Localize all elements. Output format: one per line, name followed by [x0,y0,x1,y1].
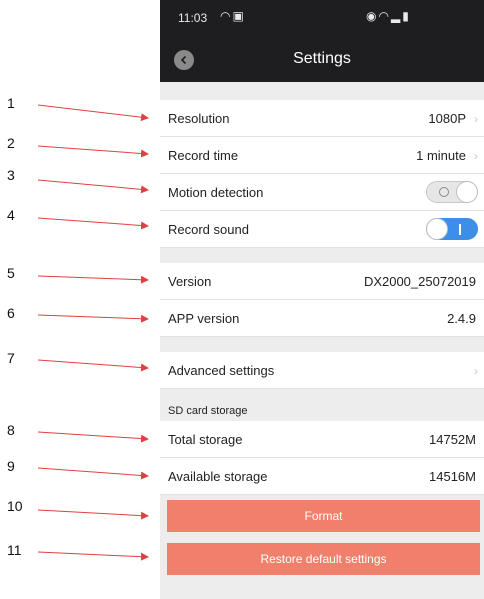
back-button[interactable] [174,50,194,70]
annotation-arrow [37,104,149,122]
annotation-arrow [37,179,149,194]
status-right-icons: ◉◠▂▮ [366,9,411,23]
row-label: Resolution [168,111,230,126]
header-bar: Settings [160,36,484,82]
row-label: Available storage [168,469,268,484]
phone-screen: 11:03 ◠▣ ◉◠▂▮ Settings Resolution 1080P … [160,0,484,599]
motion-detection-row: Motion detection [160,174,484,211]
battery-icon: ▮ [402,9,411,23]
annotation-arrow [37,467,149,480]
annotation-number: 4 [7,207,15,223]
row-value: 1 minute [416,148,466,163]
signal-icon: ▂ [390,9,403,23]
record-sound-toggle[interactable] [426,218,478,240]
annotation-arrow [37,145,149,158]
annotation-number: 9 [7,458,15,474]
row-value: 14752M [429,432,476,447]
notification-icon: ▣ [232,9,246,23]
row-label: Motion detection [168,185,264,200]
annotation-number: 2 [7,135,15,151]
row-label: Advanced settings [168,363,275,378]
annotation-number: 10 [7,498,23,514]
row-label: APP version [168,311,240,326]
version-row: Version DX2000_25072019 [160,263,484,300]
annotation-arrow [37,431,149,443]
annotation-number: 5 [7,265,15,281]
row-value: 2.4.9 [447,311,476,326]
record-sound-row: Record sound [160,211,484,248]
toggle-knob [456,181,478,203]
annotation-arrow [37,314,149,323]
annotation-number: 11 [7,542,22,558]
resolution-row[interactable]: Resolution 1080P › [160,100,484,137]
available-storage-row: Available storage 14516M [160,458,484,495]
row-label: Total storage [168,432,243,447]
app-version-row: APP version 2.4.9 [160,300,484,337]
annotation-arrow [37,509,149,520]
row-label: Record time [168,148,239,163]
sd-card-caption: SD card storage [168,405,248,417]
annotation-number: 1 [7,95,15,111]
annotation-number: 3 [7,167,15,183]
total-storage-row: Total storage 14752M [160,421,484,458]
motion-detection-toggle[interactable] [426,181,478,203]
wifi-icon: ◠ [378,9,391,23]
annotation-arrow [37,217,149,230]
back-arrow-icon [180,55,187,65]
toggle-off-mark [439,187,449,197]
annotation-arrow [37,359,149,372]
wifi-icon: ◠ [220,9,233,23]
annotation-number: 8 [7,422,15,438]
annotation-arrow [37,551,149,561]
toggle-knob [426,218,448,240]
chevron-right-icon: › [474,149,478,163]
row-value: 1080P [428,111,466,126]
annotation-number: 6 [7,305,15,321]
toggle-on-mark [459,224,461,235]
row-label: Record sound [168,222,249,237]
annotation-number: 7 [7,350,15,366]
chevron-right-icon: › [474,364,478,378]
status-left-icons: ◠▣ [220,9,246,23]
annotation-arrow [37,275,149,284]
chevron-right-icon: › [474,112,478,126]
status-time: 11:03 [178,11,208,25]
row-label: Version [168,274,212,289]
alarm-icon: ◉ [366,9,379,23]
row-value: 14516M [429,469,476,484]
format-button[interactable]: Format [167,500,480,532]
status-bar: 11:03 ◠▣ ◉◠▂▮ [160,0,484,36]
page-title: Settings [293,50,351,67]
restore-defaults-button[interactable]: Restore default settings [167,543,480,575]
row-value: DX2000_25072019 [363,274,476,289]
record-time-row[interactable]: Record time 1 minute › [160,137,484,174]
advanced-settings-row[interactable]: Advanced settings › [160,352,484,389]
